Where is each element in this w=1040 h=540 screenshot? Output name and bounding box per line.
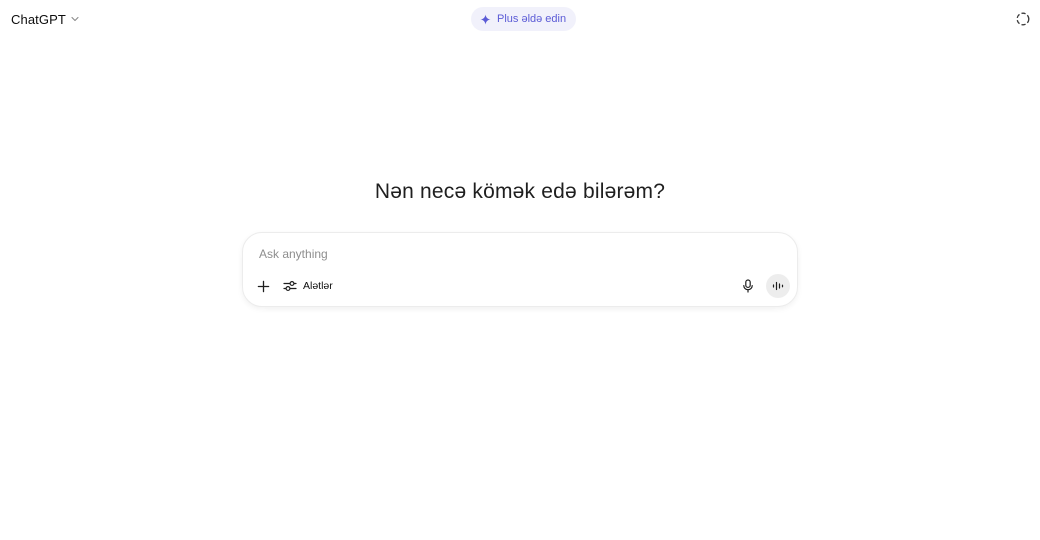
microphone-icon — [742, 279, 754, 293]
get-plus-label: Plus əldə edin — [497, 13, 567, 25]
add-attachment-button[interactable] — [253, 276, 273, 296]
chevron-down-icon — [70, 14, 80, 24]
tools-label: Alətlər — [303, 280, 333, 292]
voice-mode-button[interactable] — [766, 274, 790, 298]
temporary-chat-icon — [1015, 11, 1031, 27]
get-plus-button[interactable]: Plus əldə edin — [471, 7, 577, 31]
temporary-chat-button[interactable] — [1013, 10, 1033, 28]
top-bar: ChatGPT Plus əldə edin — [0, 0, 1040, 38]
voice-waveform-icon — [772, 281, 784, 291]
model-selector-button[interactable]: ChatGPT — [6, 8, 85, 30]
tools-button[interactable]: Alətlər — [279, 276, 337, 296]
page-title: Nən necə kömək edə bilərəm? — [374, 180, 666, 203]
composer: Alətlər — [242, 232, 798, 307]
dictate-button[interactable] — [738, 276, 758, 296]
plus-icon — [257, 280, 270, 293]
model-name: ChatGPT — [11, 11, 66, 27]
sliders-icon — [283, 280, 297, 292]
prompt-input[interactable] — [257, 243, 781, 265]
sparkle-icon — [480, 13, 491, 25]
